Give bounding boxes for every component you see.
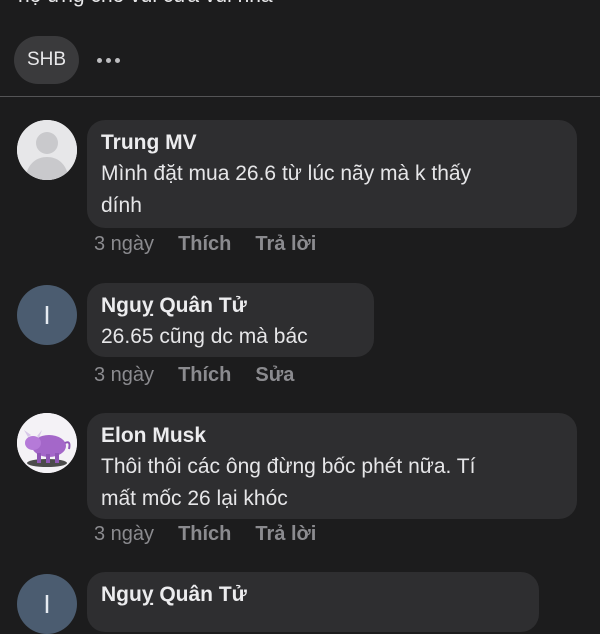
comment-meta: 3 ngày Thích Trả lời bbox=[94, 233, 316, 256]
comment-bubble: Nguỵ Quân Tử 26.65 cũng dc mà bác bbox=[87, 283, 374, 357]
like-button[interactable]: Thích bbox=[178, 523, 231, 546]
reply-button[interactable]: Trả lời bbox=[255, 233, 316, 256]
comment-time: 3 ngày bbox=[94, 233, 155, 255]
comment-bubble: Nguỵ Quân Tử bbox=[87, 572, 539, 632]
comment-author[interactable]: Nguỵ Quân Tử bbox=[101, 580, 525, 610]
stock-tag[interactable]: SHB bbox=[14, 36, 80, 84]
comment-time: 3 ngày bbox=[94, 364, 155, 386]
avatar[interactable]: I bbox=[17, 574, 77, 634]
like-button[interactable]: Thích bbox=[178, 233, 231, 256]
avatar[interactable] bbox=[17, 413, 77, 473]
comment-meta: 3 ngày Thích Trả lời bbox=[94, 523, 316, 546]
comment-time: 3 ngày bbox=[94, 523, 155, 545]
comment-text-line: dính bbox=[101, 194, 142, 217]
avatar[interactable]: I bbox=[17, 285, 77, 345]
comment-author[interactable]: Nguỵ Quân Tử bbox=[101, 291, 360, 321]
comment-text-line: mất mốc 26 lại khóc bbox=[101, 487, 288, 510]
comment-author[interactable]: Elon Musk bbox=[101, 421, 563, 451]
post-caption: họ ứng cho vui cửa vui nhá bbox=[18, 0, 273, 8]
avatar[interactable] bbox=[17, 120, 77, 180]
edit-button[interactable]: Sửa bbox=[255, 364, 294, 387]
comment-bubble: Trung MV Mình đặt mua 26.6 từ lúc nãy mà… bbox=[87, 120, 577, 228]
purple-bull-photo bbox=[17, 413, 77, 473]
like-button[interactable]: Thích bbox=[178, 364, 231, 387]
comment-author[interactable]: Trung MV bbox=[101, 128, 563, 158]
avatar-letter: I bbox=[43, 588, 51, 619]
comment-text-line: Thôi thôi các ông đừng bốc phét nữa. Tí bbox=[101, 455, 476, 478]
comment-bubble: Elon Musk Thôi thôi các ông đừng bốc phé… bbox=[87, 413, 577, 519]
comment-meta: 3 ngày Thích Sửa bbox=[94, 364, 294, 387]
default-profile-icon bbox=[17, 120, 77, 180]
tag-row: SHB bbox=[14, 36, 121, 84]
reply-button[interactable]: Trả lời bbox=[255, 523, 316, 546]
avatar-letter: I bbox=[43, 299, 51, 330]
comment-text-line: 26.65 cũng dc mà bác bbox=[101, 325, 308, 348]
comment-text-line: Mình đặt mua 26.6 từ lúc nãy mà k thấy bbox=[101, 162, 472, 185]
divider bbox=[0, 96, 600, 97]
more-options-icon[interactable] bbox=[97, 57, 121, 63]
